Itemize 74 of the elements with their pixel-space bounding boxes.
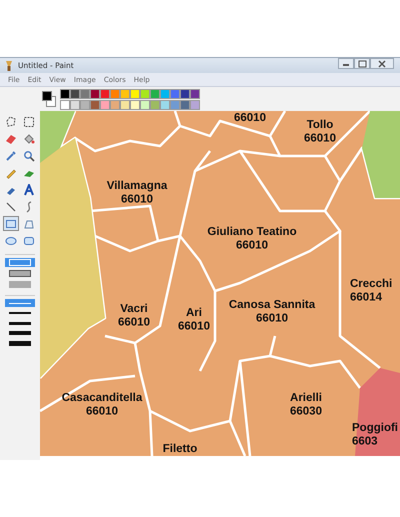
place-name: Giuliano Teatino	[207, 226, 297, 238]
place-name: Vacri	[120, 303, 148, 315]
palette-swatch[interactable]	[100, 100, 110, 110]
postal-code: 66030	[290, 406, 322, 418]
palette-swatch[interactable]	[80, 88, 90, 98]
magnifier-icon	[23, 150, 35, 162]
palette-swatch[interactable]	[70, 88, 80, 98]
palette-swatch[interactable]	[190, 100, 200, 110]
fill-style-option[interactable]	[5, 258, 35, 267]
palette-swatch[interactable]	[90, 100, 100, 110]
postal-code: 66010	[234, 112, 266, 124]
palette-swatch[interactable]	[140, 100, 150, 110]
postal-code: 66010	[256, 312, 288, 324]
polygon-icon	[23, 218, 35, 230]
place-name: Casacanditella	[62, 392, 142, 404]
palette-swatch[interactable]	[180, 88, 190, 98]
ellipse-icon	[5, 234, 17, 246]
place-name: Arielli	[290, 392, 322, 404]
palette-swatch[interactable]	[120, 88, 130, 98]
palette-swatch[interactable]	[110, 100, 120, 110]
palette-swatch[interactable]	[60, 88, 70, 98]
palette-swatch[interactable]	[160, 88, 170, 98]
place-name: Canosa Sannita	[228, 299, 316, 311]
palette-swatch[interactable]	[80, 100, 90, 110]
palette-swatch[interactable]	[130, 88, 140, 98]
palette-swatch[interactable]	[90, 88, 100, 98]
palette-swatch[interactable]	[120, 100, 130, 110]
postal-code: 66014	[350, 292, 382, 304]
palette-swatch[interactable]	[170, 100, 180, 110]
postal-code: 66010	[121, 194, 153, 206]
paint-brush-icon	[4, 60, 14, 72]
postal-code: 66010	[118, 316, 150, 328]
palette-swatch[interactable]	[170, 88, 180, 98]
tool-button[interactable]	[3, 216, 19, 231]
palette-swatch[interactable]	[110, 88, 120, 98]
palette-swatch[interactable]	[150, 100, 160, 110]
text-icon	[23, 184, 35, 196]
postal-code: 6603	[352, 436, 378, 448]
maximize-icon	[358, 60, 366, 68]
palette-swatch[interactable]	[130, 100, 140, 110]
palette-swatch[interactable]	[190, 88, 200, 98]
tool-button[interactable]	[21, 114, 37, 129]
free-select-icon	[5, 116, 17, 128]
rectangle-icon	[5, 218, 17, 230]
palette-swatch[interactable]	[60, 100, 70, 110]
place-name: Crecchi	[350, 278, 392, 290]
tool-button[interactable]	[21, 182, 37, 197]
place-name: Poggiofi	[352, 422, 398, 434]
maximize-button[interactable]	[354, 58, 370, 69]
postal-code: 66010	[86, 406, 118, 418]
place-name: Tollo	[306, 119, 334, 131]
rounded-rectangle-icon	[23, 234, 35, 246]
postal-code: 66010	[304, 132, 336, 144]
place-name: Ari	[186, 307, 202, 319]
postal-code: 66010	[236, 240, 268, 252]
current-colors-icon[interactable]	[42, 91, 56, 107]
eraser-icon	[5, 132, 17, 144]
place-name: Filetto	[162, 443, 198, 455]
palette-swatch[interactable]	[150, 88, 160, 98]
line-icon	[5, 200, 17, 212]
tool-button[interactable]	[21, 148, 37, 163]
palette-swatch[interactable]	[140, 88, 150, 98]
close-icon	[378, 60, 386, 68]
close-button[interactable]	[370, 58, 394, 69]
color-picker-icon	[5, 150, 17, 162]
palette-swatch[interactable]	[70, 100, 80, 110]
minimize-button[interactable]	[338, 58, 354, 69]
palette-swatch[interactable]	[180, 100, 190, 110]
fill-bucket-icon	[23, 132, 35, 144]
postal-code: 66010	[178, 320, 210, 332]
palette-swatch[interactable]	[160, 100, 170, 110]
palette-swatch[interactable]	[100, 88, 110, 98]
place-name: Villamagna	[106, 180, 168, 192]
select-icon	[23, 116, 35, 128]
